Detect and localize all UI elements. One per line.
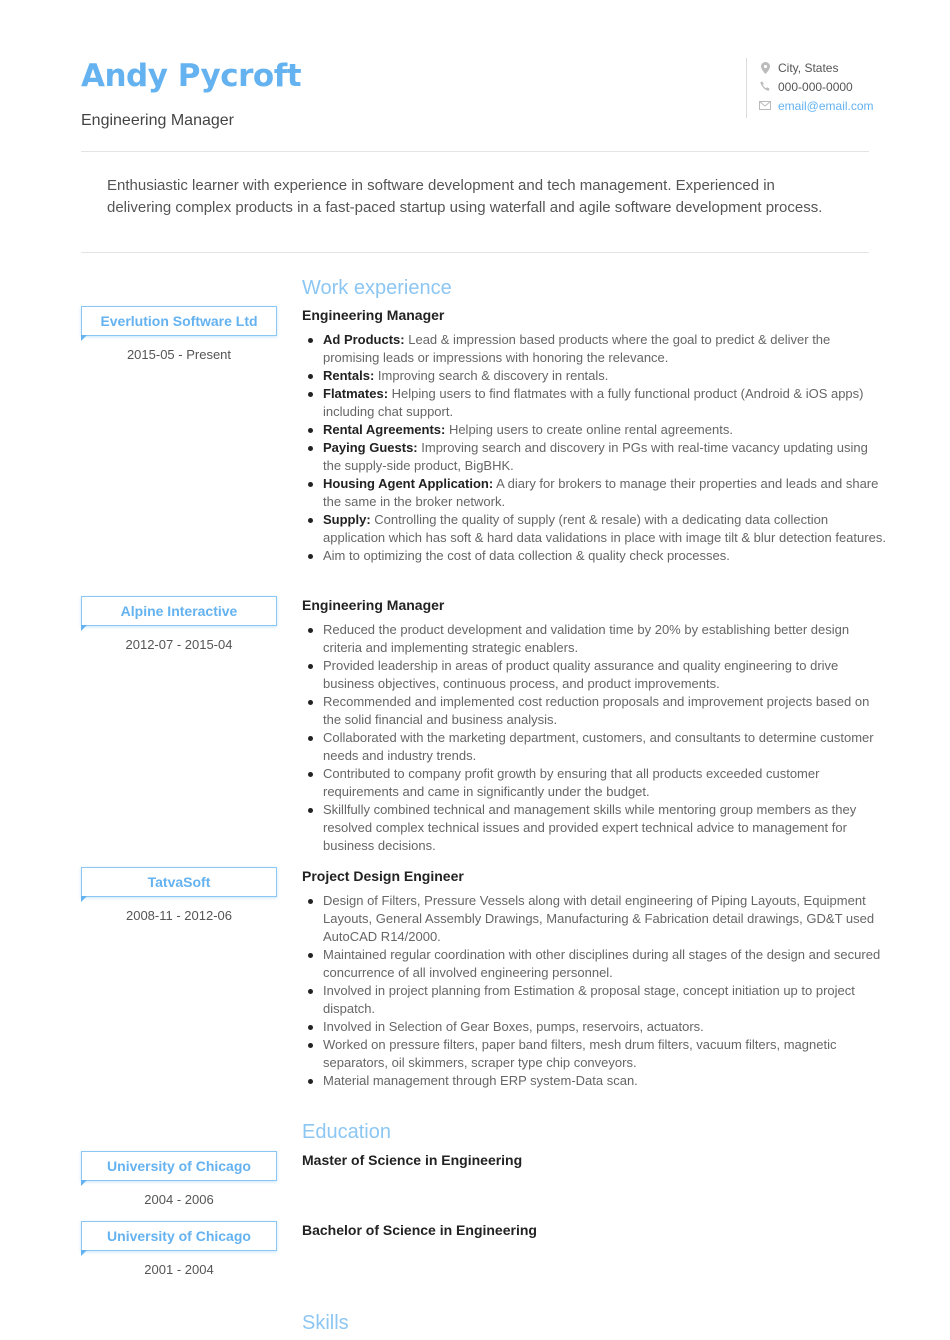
job-title: Project Design Engineer xyxy=(302,868,464,884)
education-dates: 2004 - 2006 xyxy=(144,1192,214,1207)
bullet-item: Skillfully combined technical and manage… xyxy=(308,801,888,855)
company-name: Everlution Software Ltd xyxy=(100,313,258,329)
location-text: City, States xyxy=(778,60,839,75)
bullet-item: Supply: Controlling the quality of suppl… xyxy=(308,511,888,547)
skills-heading: Skills xyxy=(302,1312,349,1334)
candidate-role: Engineering Manager xyxy=(81,112,234,129)
bullet-text: Material management through ERP system-D… xyxy=(323,1073,638,1088)
company-name: TatvaSoft xyxy=(147,874,211,890)
bullet-text: Design of Filters, Pressure Vessels alon… xyxy=(323,893,875,944)
bullet-text: Aim to optimizing the cost of data colle… xyxy=(323,548,730,563)
header-divider xyxy=(81,151,869,152)
email-link[interactable]: email@email.com xyxy=(778,99,874,113)
school-label: University of Chicago xyxy=(81,1221,277,1256)
job-dates: 2008-11 - 2012-06 xyxy=(125,908,232,923)
job-title: Engineering Manager xyxy=(302,307,445,323)
label-fold-decoration xyxy=(81,625,87,631)
contact-phone: 000-000-0000 xyxy=(759,77,899,96)
bullet-item: Reduced the product development and vali… xyxy=(308,621,888,657)
bullet-item: Design of Filters, Pressure Vessels alon… xyxy=(308,892,888,946)
phone-text: 000-000-0000 xyxy=(778,79,853,94)
label-fold-decoration xyxy=(81,335,87,341)
bullet-label: Paying Guests: xyxy=(323,440,418,455)
phone-icon xyxy=(759,81,771,93)
bullet-item: Contributed to company profit growth by … xyxy=(308,765,888,801)
degree-title: Master of Science in Engineering xyxy=(302,1152,523,1168)
bullet-item: Maintained regular coordination with oth… xyxy=(308,946,888,982)
bullet-label: Ad Products: xyxy=(323,332,405,347)
education-dates: 2001 - 2004 xyxy=(144,1262,214,1277)
school-label: University of Chicago xyxy=(81,1151,277,1186)
bullet-text: Helping users to create online rental ag… xyxy=(445,422,733,437)
bullet-text: Maintained regular coordination with oth… xyxy=(323,947,881,980)
bullet-text: Worked on pressure filters, paper band f… xyxy=(323,1037,837,1070)
envelope-icon xyxy=(759,100,771,112)
bullet-label: Housing Agent Application: xyxy=(323,476,494,491)
school-name: University of Chicago xyxy=(107,1228,251,1244)
bullet-text: Skillfully combined technical and manage… xyxy=(323,802,857,853)
work-experience-heading: Work experience xyxy=(302,277,452,299)
bullet-text: Collaborated with the marketing departme… xyxy=(323,730,874,763)
bullet-item: Paying Guests: Improving search and disc… xyxy=(308,439,888,475)
company-label: Alpine Interactive xyxy=(81,596,277,631)
bullet-label: Rental Agreements: xyxy=(323,422,446,437)
bullet-text: Provided leadership in areas of product … xyxy=(323,658,839,691)
location-pin-icon xyxy=(759,61,771,74)
degree-title: Bachelor of Science in Engineering xyxy=(302,1222,537,1238)
candidate-name: Andy Pycroft xyxy=(81,58,302,94)
contact-block: City, States 000-000-0000 email@email.co… xyxy=(746,58,899,118)
contact-email[interactable]: email@email.com xyxy=(759,96,899,115)
bullet-text: Recommended and implemented cost reducti… xyxy=(323,694,870,727)
bullet-item: Provided leadership in areas of product … xyxy=(308,657,888,693)
bullet-text: Improving search & discovery in rentals. xyxy=(374,368,609,383)
company-label: Everlution Software Ltd xyxy=(81,306,277,341)
bullet-item: Rentals: Improving search & discovery in… xyxy=(308,367,888,385)
company-name: Alpine Interactive xyxy=(120,603,238,619)
bullet-label: Rentals: xyxy=(323,368,375,383)
contact-location: City, States xyxy=(759,58,899,77)
bullet-text: Involved in project planning from Estima… xyxy=(323,983,855,1016)
bullet-item: Ad Products: Lead & impression based pro… xyxy=(308,331,888,367)
label-fold-decoration xyxy=(81,1180,87,1186)
summary-divider xyxy=(81,252,869,253)
school-name: University of Chicago xyxy=(107,1158,251,1174)
bullet-item: Flatmates: Helping users to find flatmat… xyxy=(308,385,888,421)
bullet-text: Contributed to company profit growth by … xyxy=(323,766,820,799)
job-bullets: Design of Filters, Pressure Vessels alon… xyxy=(302,892,888,1090)
education-heading: Education xyxy=(302,1121,391,1143)
bullet-text: Reduced the product development and vali… xyxy=(323,622,850,655)
bullet-item: Involved in project planning from Estima… xyxy=(308,982,888,1018)
label-fold-decoration xyxy=(81,896,87,902)
job-bullets: Ad Products: Lead & impression based pro… xyxy=(302,331,888,565)
job-dates: 2015-05 - Present xyxy=(126,347,232,362)
company-label: TatvaSoft xyxy=(81,867,277,902)
job-title: Engineering Manager xyxy=(302,597,445,613)
bullet-item: Aim to optimizing the cost of data colle… xyxy=(308,547,888,565)
bullet-item: Housing Agent Application: A diary for b… xyxy=(308,475,888,511)
bullet-item: Rental Agreements: Helping users to crea… xyxy=(308,421,888,439)
bullet-text: Involved in Selection of Gear Boxes, pum… xyxy=(323,1019,704,1034)
bullet-item: Involved in Selection of Gear Boxes, pum… xyxy=(308,1018,888,1036)
bullet-item: Collaborated with the marketing departme… xyxy=(308,729,888,765)
job-bullets: Reduced the product development and vali… xyxy=(302,621,888,855)
bullet-item: Recommended and implemented cost reducti… xyxy=(308,693,888,729)
label-fold-decoration xyxy=(81,1250,87,1256)
job-dates: 2012-07 - 2015-04 xyxy=(125,637,233,652)
summary-text: Enthusiastic learner with experience in … xyxy=(107,177,823,216)
bullet-item: Material management through ERP system-D… xyxy=(308,1072,888,1090)
bullet-text: Controlling the quality of supply (rent … xyxy=(323,512,886,545)
bullet-text: Helping users to find flatmates with a f… xyxy=(323,386,864,419)
bullet-label: Supply: xyxy=(323,512,371,527)
bullet-item: Worked on pressure filters, paper band f… xyxy=(308,1036,888,1072)
bullet-label: Flatmates: xyxy=(323,386,389,401)
